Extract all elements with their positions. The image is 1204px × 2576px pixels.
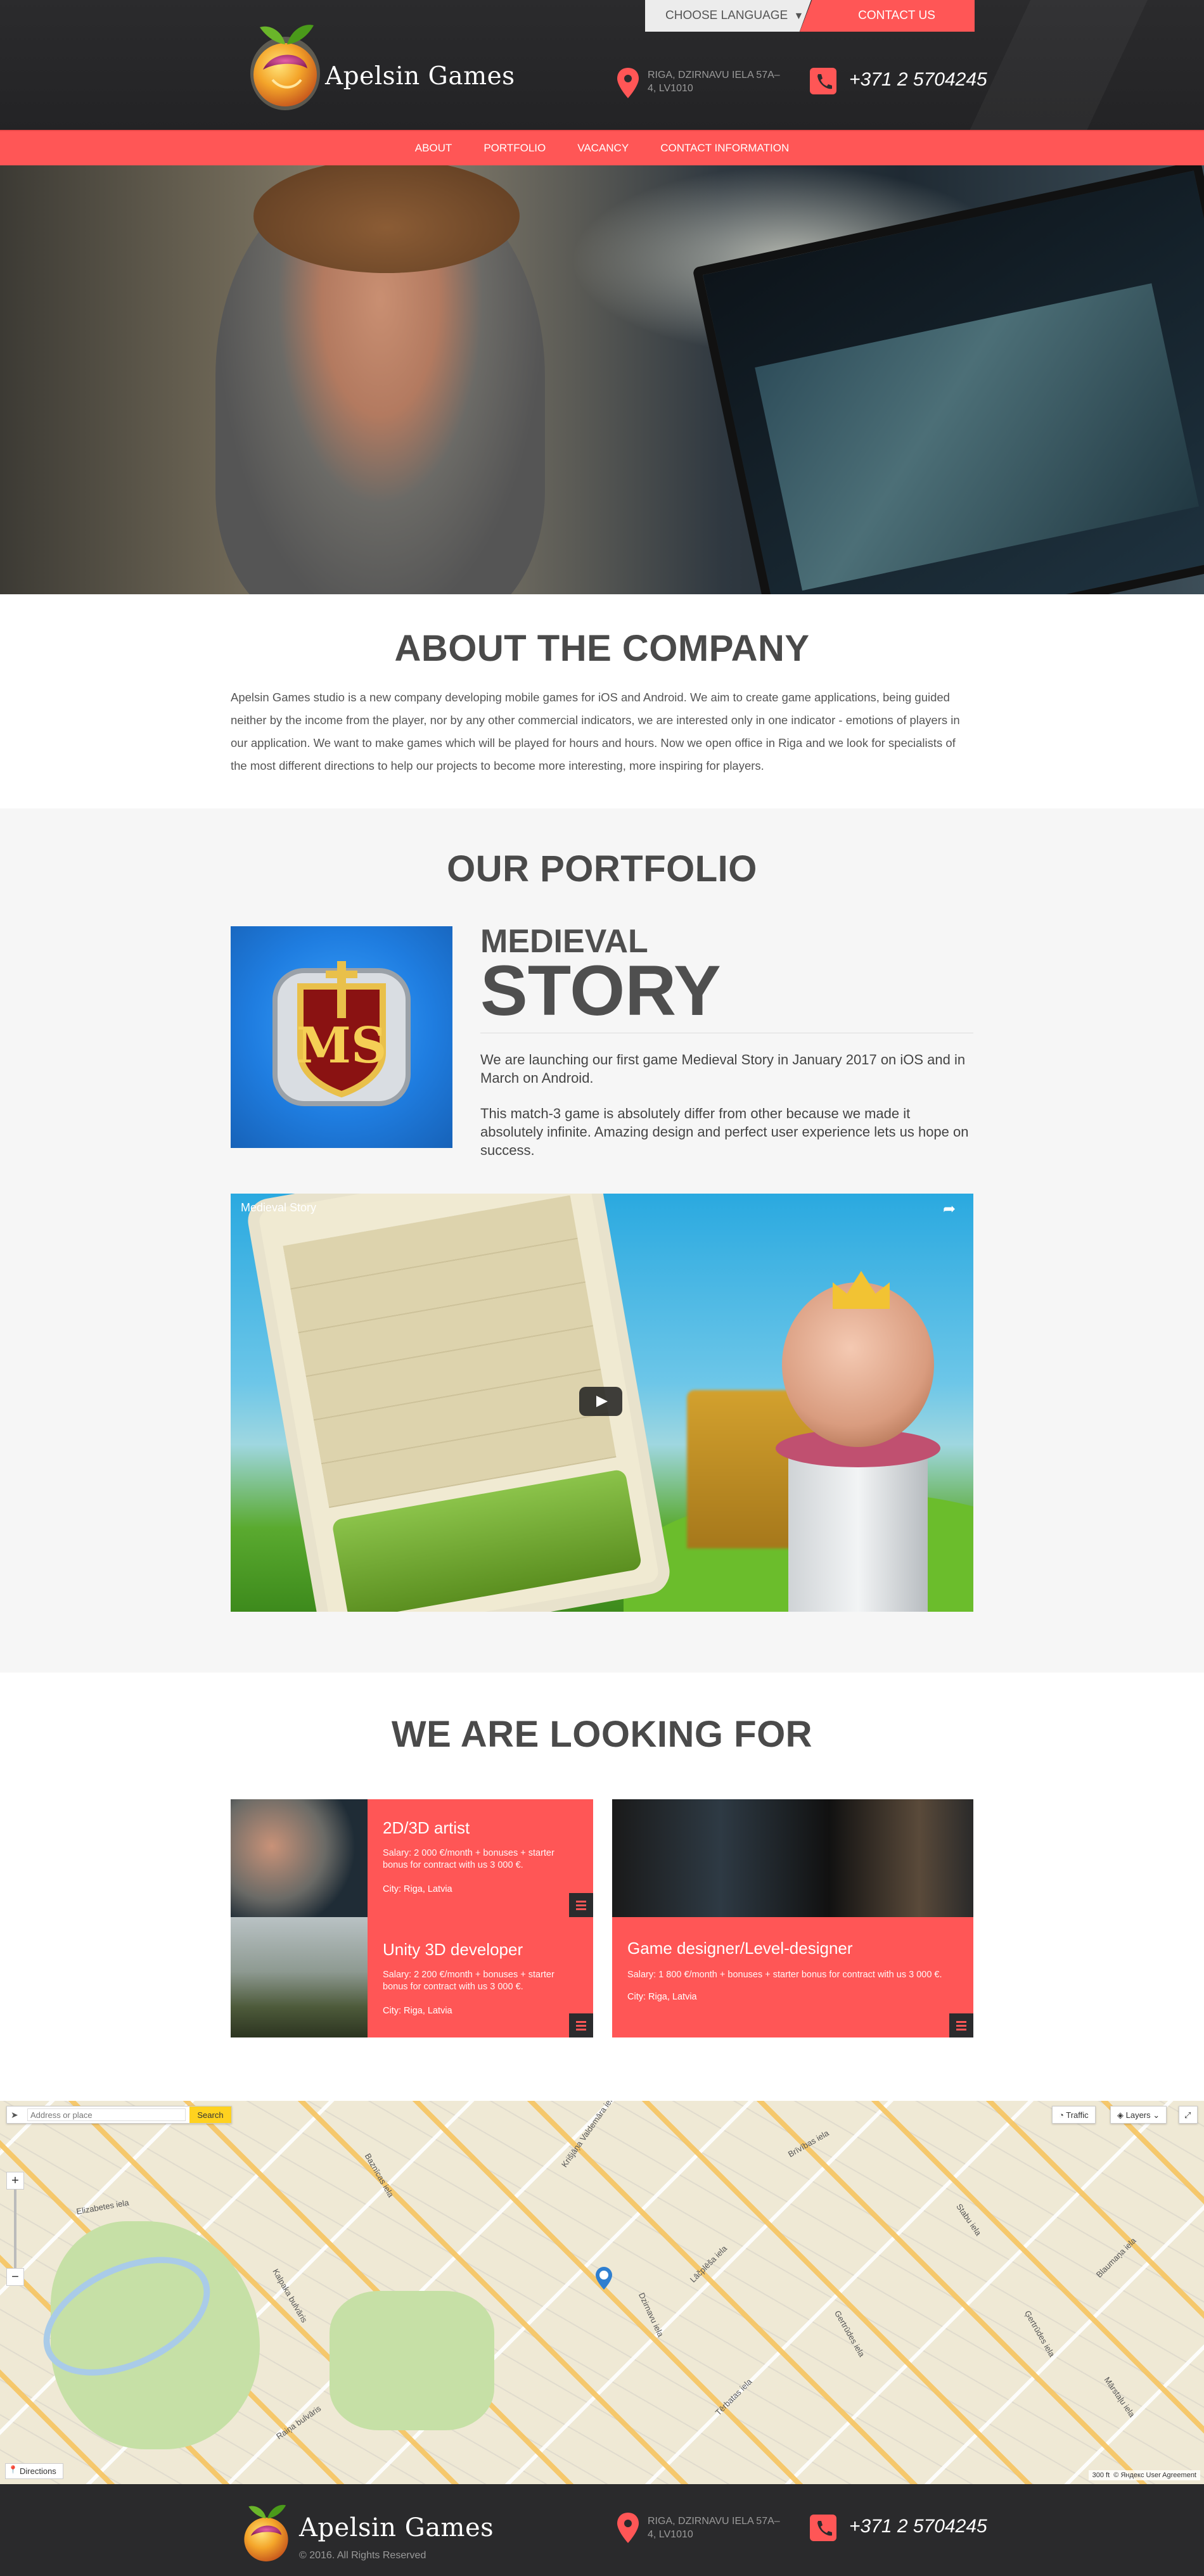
game-description-1: We are launching our first game Medieval… — [480, 1052, 966, 1086]
about-section: About the company Apelsin Games studio i… — [0, 594, 1204, 808]
caret-down-icon: ▼ — [793, 11, 804, 22]
job-city: City: Riga, Latvia — [627, 1992, 697, 2002]
job-city: City: Riga, Latvia — [383, 1884, 452, 1894]
map-directions-button[interactable]: Directions — [5, 2463, 63, 2479]
job-thumbnail — [231, 1917, 368, 2037]
job-salary: Salary: 1 800 €/month + bonuses + starte… — [627, 1970, 942, 1980]
footer-address: Riga, Dzirnavu iela 57a–4, LV1010 — [648, 2516, 780, 2540]
hero-image — [0, 165, 1204, 594]
nav-item-contact-information[interactable]: Contact information — [644, 142, 805, 155]
job-title: Unity 3D developer — [383, 1940, 523, 1959]
about-text: Apelsin Games studio is a new company de… — [231, 691, 960, 772]
map-marker-icon[interactable] — [596, 2267, 612, 2290]
site-footer: Apelsin Games © 2016. All Rights Reserve… — [0, 2484, 1204, 2576]
job-salary: Salary: 2 000 €/month + bonuses + starte… — [383, 1848, 554, 1870]
site-header: Apelsin Games Choose language ▼ Contact … — [0, 0, 1204, 130]
map-search-input[interactable] — [27, 2108, 186, 2121]
zoom-out-button[interactable]: − — [6, 2268, 24, 2286]
game-title-big: Story — [480, 951, 721, 1030]
play-button[interactable] — [579, 1387, 622, 1416]
header-address: Riga, Dzirnavu iela 57a–4, LV1010 — [648, 70, 780, 94]
zoom-in-button[interactable]: + — [6, 2172, 24, 2190]
job-card-unity-developer[interactable]: Unity 3D developer Salary: 2 200 €/month… — [231, 1917, 593, 2037]
map-search-bar: ➤ Search — [6, 2106, 232, 2124]
phone-icon — [810, 2515, 836, 2541]
locate-me-icon[interactable]: ➤ — [11, 2110, 18, 2120]
medieval-story-app-icon[interactable]: MS — [231, 926, 452, 1148]
location-pin-icon — [617, 2513, 639, 2543]
svg-text:MS: MS — [297, 1017, 387, 1074]
share-icon[interactable]: ➦ — [943, 1200, 962, 1218]
layers-icon: ◈ — [1117, 2110, 1126, 2120]
crown-icon — [833, 1271, 890, 1309]
nav-item-about[interactable]: About — [399, 142, 468, 155]
job-thumbnail — [231, 1799, 368, 1917]
chevron-down-icon: ⌄ — [1150, 2110, 1160, 2120]
location-pin-icon — [617, 68, 639, 98]
about-title: About the company — [394, 628, 810, 669]
fullscreen-icon: ⤢ — [1184, 2110, 1191, 2120]
map-copyright: 300 ft © Яндекс User Agreement — [1088, 2470, 1200, 2480]
header-phone[interactable]: +371 2 5704245 — [849, 69, 987, 91]
job-salary: Salary: 2 200 €/month + bonuses + starte… — [383, 1970, 554, 1992]
job-card-2d3d-artist[interactable]: 2D/3D artist Salary: 2 000 €/month + bon… — [231, 1799, 593, 1917]
job-thumbnail — [612, 1799, 973, 1917]
yandex-map[interactable]: Elizabetes iela Krišjāņa Valdemāra iela … — [0, 2101, 1204, 2484]
traffic-button[interactable]: ◔ Traffic — [1052, 2106, 1096, 2124]
traffic-icon: ◔ — [1059, 2110, 1066, 2120]
game-description: We are launching our first game Medieval… — [480, 1050, 973, 1159]
brand-name[interactable]: Apelsin Games — [325, 62, 515, 91]
video-title[interactable]: Medieval Story — [241, 1201, 316, 1215]
menu-icon[interactable] — [569, 2013, 593, 2037]
apelsin-logo-icon[interactable] — [238, 2494, 295, 2567]
game-description-2: This match-3 game is absolutely differ f… — [480, 1106, 969, 1158]
vacancy-section: We are looking for 2D/3D artist Salary: … — [0, 1673, 1204, 2101]
job-title: Game designer/Level-designer — [627, 1939, 853, 1958]
menu-icon[interactable] — [569, 1893, 593, 1917]
fullscreen-button[interactable]: ⤢ — [1179, 2106, 1198, 2124]
job-title: 2D/3D artist — [383, 1818, 470, 1837]
layers-button[interactable]: ◈ Layers ⌄ — [1110, 2106, 1167, 2124]
map-zoom-control: + − — [6, 2172, 24, 2286]
nav-item-portfolio[interactable]: Portfolio — [468, 142, 561, 155]
main-nav: About Portfolio Vacancy Contact informat… — [0, 130, 1204, 165]
phone-icon — [810, 68, 836, 94]
job-card-game-designer[interactable]: Game designer/Level-designer Salary: 1 8… — [612, 1799, 973, 2037]
footer-copyright: © 2016. All Rights Reserved — [299, 2550, 426, 2561]
choose-language-label: Choose language — [665, 9, 788, 22]
footer-phone[interactable]: +371 2 5704245 — [849, 2516, 987, 2537]
zoom-slider[interactable] — [14, 2190, 16, 2268]
youtube-video-player[interactable]: Medieval Story ➦ — [231, 1194, 973, 1612]
portfolio-title: Our portfolio — [447, 848, 757, 889]
apelsin-logo-icon[interactable] — [244, 11, 326, 113]
portfolio-section: Our portfolio MS Medieval Story We are l… — [0, 808, 1204, 1673]
contact-us-button[interactable]: Contact us — [800, 0, 975, 32]
job-city: City: Riga, Latvia — [383, 2006, 452, 2016]
choose-language-button[interactable]: Choose language ▼ — [645, 0, 811, 32]
nav-item-vacancy[interactable]: Vacancy — [561, 142, 644, 155]
map-search-button[interactable]: Search — [189, 2107, 231, 2123]
vacancy-title: We are looking for — [391, 1714, 813, 1755]
footer-brand-name[interactable]: Apelsin Games — [299, 2513, 494, 2542]
menu-icon[interactable] — [949, 2013, 973, 2037]
